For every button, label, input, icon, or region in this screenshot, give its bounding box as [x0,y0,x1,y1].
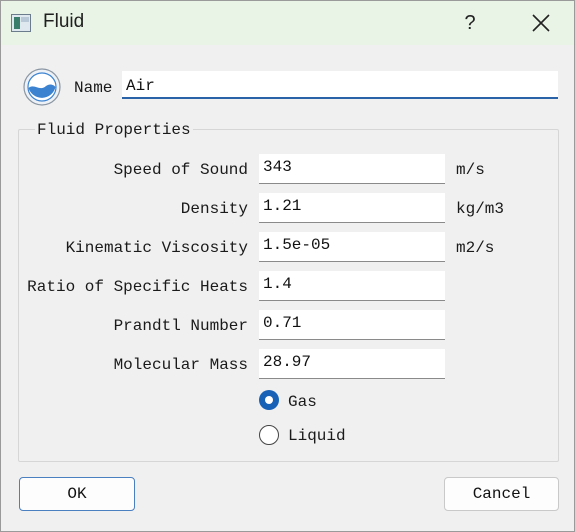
gas-radio-label[interactable]: Gas [288,393,317,411]
fluid-dialog: Fluid ? Name Fluid Properties Speed of S… [0,0,575,532]
close-button[interactable] [525,8,557,38]
speed-of-sound-input[interactable]: 343 [259,154,445,184]
kinematic-viscosity-input[interactable]: 1.5e-05 [259,232,445,262]
density-input[interactable]: 1.21 [259,193,445,223]
kinematic-viscosity-unit: m2/s [456,239,495,257]
kinematic-viscosity-label: Kinematic Viscosity [65,239,248,257]
close-icon [532,14,550,32]
app-icon [11,14,31,32]
molecular-mass-input[interactable]: 28.97 [259,349,445,379]
density-label: Density [180,200,248,218]
help-button[interactable]: ? [455,8,485,38]
gas-radio[interactable] [259,390,279,410]
prandtl-number-label: Prandtl Number [113,317,248,335]
prandtl-number-input[interactable]: 0.71 [259,310,445,340]
molecular-mass-label: Molecular Mass [113,356,248,374]
speed-of-sound-label: Speed of Sound [113,161,248,179]
speed-of-sound-unit: m/s [456,161,485,179]
fluid-drop-icon [23,68,61,106]
liquid-radio[interactable] [259,425,279,445]
ratio-of-specific-heats-label: Ratio of Specific Heats [27,278,248,296]
group-title: Fluid Properties [35,121,193,139]
density-unit: kg/m3 [456,200,505,218]
title-bar: Fluid ? [1,1,574,45]
cancel-button[interactable]: Cancel [444,477,559,511]
ratio-of-specific-heats-input[interactable]: 1.4 [259,271,445,301]
ok-button[interactable]: OK [19,477,135,511]
window-title: Fluid [43,11,85,32]
name-label: Name [74,79,113,97]
name-input[interactable] [122,71,558,99]
liquid-radio-label[interactable]: Liquid [288,427,346,445]
